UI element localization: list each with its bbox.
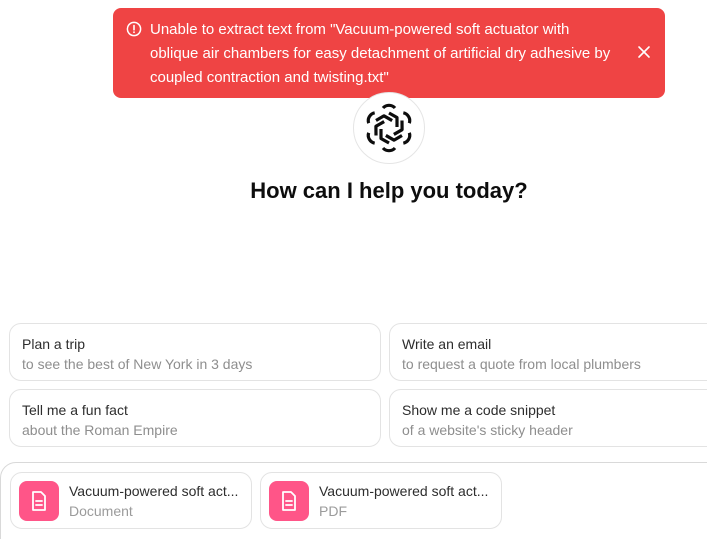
suggestion-subtitle: of a website's sticky header — [402, 422, 573, 438]
suggestion-title: Plan a trip — [22, 336, 86, 352]
assistant-logo — [353, 92, 425, 164]
suggestion-subtitle: to see the best of New York in 3 days — [22, 356, 253, 372]
attachment-chip[interactable]: Vacuum-powered soft act... Document — [10, 472, 252, 529]
attachment-file-badge — [269, 480, 309, 521]
attachment-type: PDF — [319, 502, 347, 519]
attachment-name: Vacuum-powered soft act... — [69, 482, 239, 499]
suggestion-subtitle: to request a quote from local plumbers — [402, 356, 641, 372]
suggestion-title: Tell me a fun fact — [22, 402, 128, 418]
alert-circle-icon — [126, 21, 142, 37]
suggestion-card[interactable]: Show me a code snippet of a website's st… — [389, 389, 707, 447]
error-toast: Unable to extract text from "Vacuum-powe… — [113, 8, 665, 98]
close-icon[interactable] — [637, 45, 651, 59]
suggestion-title: Show me a code snippet — [402, 402, 556, 418]
attachment-name: Vacuum-powered soft act... — [319, 482, 489, 499]
suggestion-card[interactable]: Plan a trip to see the best of New York … — [9, 323, 381, 381]
error-toast-message: Unable to extract text from "Vacuum-powe… — [150, 21, 611, 86]
suggestion-card[interactable]: Tell me a fun fact about the Roman Empir… — [9, 389, 381, 447]
chat-page: Unable to extract text from "Vacuum-powe… — [0, 0, 707, 539]
document-icon — [32, 490, 46, 511]
suggestion-subtitle: about the Roman Empire — [22, 422, 178, 438]
attachment-type: Document — [69, 502, 133, 519]
attachment-chip[interactable]: Vacuum-powered soft act... PDF — [260, 472, 502, 529]
suggestion-title: Write an email — [402, 336, 492, 352]
suggestion-card[interactable]: Write an email to request a quote from l… — [389, 323, 707, 381]
openai-logo-icon — [366, 103, 412, 153]
page-title: How can I help you today? — [250, 178, 528, 203]
attachment-file-badge — [19, 480, 59, 521]
document-icon — [282, 490, 296, 511]
